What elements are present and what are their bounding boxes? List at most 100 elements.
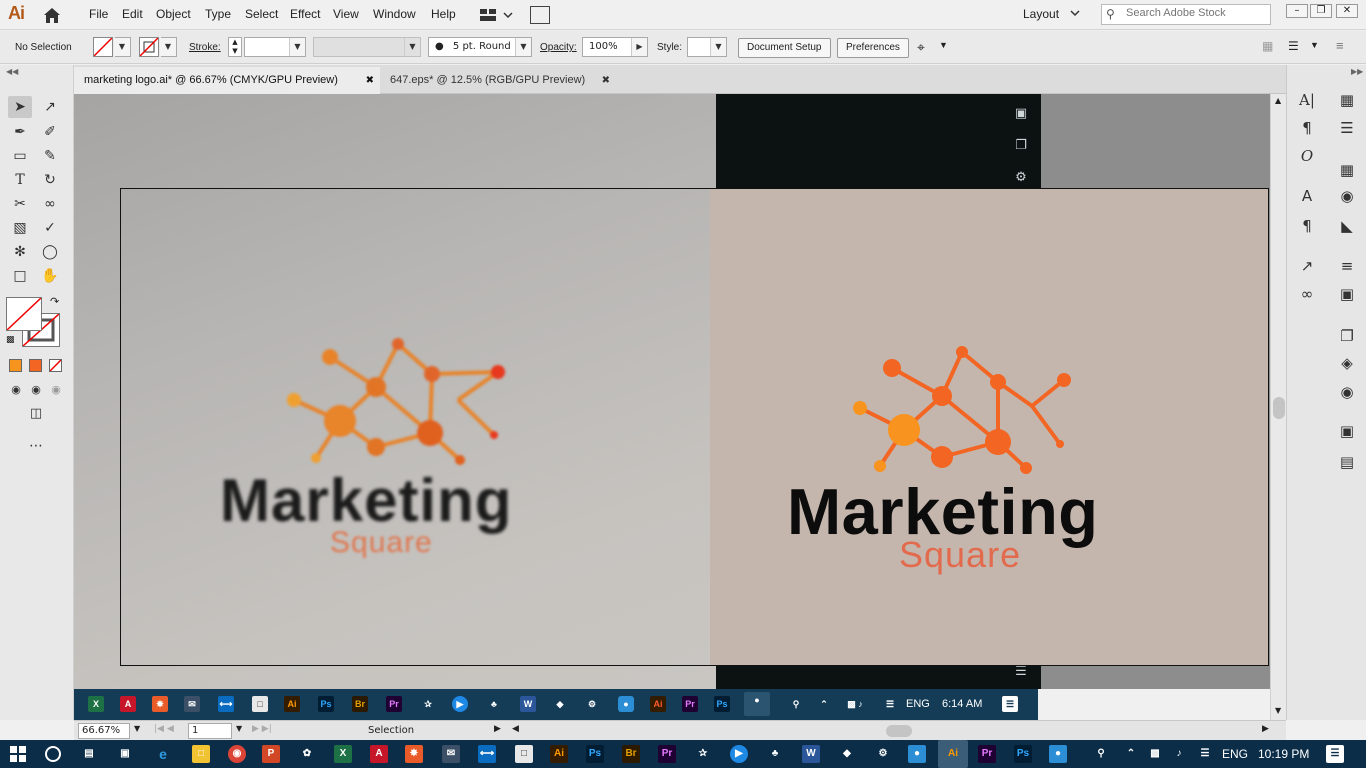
menu-file[interactable]: File	[89, 7, 108, 21]
excel-icon[interactable]: X	[334, 745, 352, 763]
screen-mode-icon[interactable]: ◫	[24, 403, 48, 425]
stock-search-input[interactable]	[1126, 7, 1266, 19]
swap-colors-icon[interactable]: ↷	[50, 295, 59, 308]
variable-width-profile[interactable]: ▼	[313, 37, 421, 57]
action-center-icon[interactable]: ☰	[1326, 745, 1344, 763]
paint-icon[interactable]: ✿	[298, 745, 316, 763]
color-mode-icon[interactable]	[9, 359, 22, 372]
graphic-style-dropdown[interactable]: ▼	[687, 37, 727, 57]
align-panel-icon[interactable]: ☰	[1335, 117, 1359, 139]
opacity-field[interactable]: 100% ▶	[582, 37, 648, 57]
align-options-icon[interactable]: ⌖	[917, 39, 925, 56]
people-icon[interactable]: ⚲	[1092, 745, 1110, 763]
color-panel-icon[interactable]: ◉	[1335, 185, 1359, 207]
scroll-right-icon[interactable]: ▶	[1262, 724, 1269, 734]
home-icon[interactable]	[42, 6, 62, 24]
links-panel-icon[interactable]: ∞	[1295, 283, 1319, 305]
expand-panels-icon[interactable]: ▶▶	[1351, 67, 1363, 76]
character-panel-icon[interactable]: A|	[1295, 89, 1319, 111]
xampp-icon[interactable]: ✸	[405, 745, 423, 763]
direct-selection-tool-icon[interactable]: ↗	[38, 96, 62, 118]
inkscape-icon[interactable]: ◆	[838, 745, 856, 763]
pathfinder-panel-icon[interactable]: ▣	[1335, 420, 1359, 442]
chevron-up-icon[interactable]: ⌃	[1122, 745, 1140, 763]
hand-tool-icon[interactable]: ✋	[38, 265, 62, 287]
menu-effect[interactable]: Effect	[290, 7, 320, 21]
transform-panel-icon[interactable]: ▦	[1335, 89, 1359, 111]
store-icon[interactable]: ▣	[116, 745, 134, 763]
menu-edit[interactable]: Edit	[122, 7, 143, 21]
document-setup-button[interactable]: Document Setup	[738, 38, 831, 58]
type-tool-icon[interactable]: T	[8, 169, 32, 191]
stroke-weight-stepper[interactable]: ▲ ▼	[228, 37, 242, 57]
status-menu-icon[interactable]: ▶	[494, 724, 501, 734]
preferences-button[interactable]: Preferences	[837, 38, 909, 58]
next-artboard-icon[interactable]: ▶ ▶|	[252, 724, 272, 734]
chrome-icon[interactable]: ◉	[228, 745, 246, 763]
artboard-tool-icon[interactable]: □	[8, 265, 32, 287]
gradient-panel-icon[interactable]: ▣	[1335, 283, 1359, 305]
layers-panel-icon[interactable]: ◈	[1335, 352, 1359, 374]
fill-dropdown[interactable]: ▼	[114, 37, 131, 57]
gradient-mode-icon[interactable]	[29, 359, 42, 372]
paintbrush-tool-icon[interactable]: ✎	[38, 145, 62, 167]
app-icon[interactable]: ●	[908, 745, 926, 763]
chevron-down-icon[interactable]: ▼	[939, 40, 948, 50]
collapse-panel-icon[interactable]: ◀◀	[6, 67, 18, 76]
opacity-label[interactable]: Opacity:	[540, 42, 577, 53]
wifi-icon[interactable]: ☰	[1196, 745, 1214, 763]
mail-icon[interactable]: ✉	[442, 745, 460, 763]
character-styles-icon[interactable]: A	[1295, 185, 1319, 207]
selection-tool-icon[interactable]: ➤	[8, 96, 32, 118]
workspace-layout-label[interactable]: Layout	[1023, 7, 1059, 21]
libraries-panel-icon[interactable]: ◉	[1335, 381, 1359, 403]
gradient-tool-icon[interactable]: ▧	[8, 217, 32, 239]
illustrator-active-icon[interactable]: Ai	[938, 740, 968, 768]
scissors-tool-icon[interactable]: ✂	[8, 193, 32, 215]
stroke-label[interactable]: Stroke:	[189, 42, 221, 53]
illustrator-icon[interactable]: Ai	[550, 745, 568, 763]
acrobat-icon[interactable]: A	[370, 745, 388, 763]
menu-select[interactable]: Select	[245, 7, 278, 21]
asset-export-icon[interactable]: ▤	[1335, 451, 1359, 473]
eyedropper-tool-icon[interactable]: ✓	[38, 217, 62, 239]
artboards-panel-icon[interactable]: ❐	[1335, 325, 1359, 347]
system-clock[interactable]: 10:19 PM	[1258, 747, 1309, 761]
task-view-icon[interactable]: ▤	[80, 745, 98, 763]
stroke-weight-field[interactable]: ▼	[244, 37, 306, 57]
artboard-number-field[interactable]: 1	[188, 723, 232, 739]
minimize-button[interactable]: –	[1286, 4, 1308, 18]
edit-toolbar-icon[interactable]: ⋯	[24, 435, 48, 457]
stroke-panel-icon[interactable]: ≡	[1335, 255, 1359, 277]
language-indicator[interactable]: ENG	[1222, 747, 1248, 761]
shape-builder-tool-icon[interactable]: ◯	[38, 241, 62, 263]
battery-icon[interactable]: ▩	[1146, 745, 1164, 763]
chevron-down-icon[interactable]	[1070, 8, 1080, 18]
fill-swatch[interactable]	[93, 37, 113, 57]
transform-icon[interactable]: ▦	[1262, 39, 1273, 53]
vertical-scrollbar[interactable]: ▲ ▼	[1270, 94, 1286, 720]
search-icon[interactable]	[45, 746, 61, 762]
bridge-icon[interactable]: Br	[622, 745, 640, 763]
none-mode-icon[interactable]	[49, 359, 62, 372]
panel-options-icon[interactable]: ≡	[1336, 38, 1344, 53]
stroke-swatch[interactable]	[139, 37, 159, 57]
curvature-tool-icon[interactable]: ✐	[38, 121, 62, 143]
paragraph-styles-icon[interactable]: ¶	[1295, 215, 1319, 237]
fill-color-icon[interactable]	[6, 297, 42, 331]
volume-icon[interactable]: ♪	[1170, 745, 1188, 763]
file-icon[interactable]: □	[515, 745, 533, 763]
premiere-icon[interactable]: Pr	[658, 745, 676, 763]
close-icon[interactable]: ✖	[366, 67, 374, 94]
photoshop-icon[interactable]: Ps	[586, 745, 604, 763]
scroll-down-icon[interactable]: ▼	[1275, 706, 1281, 715]
menu-view[interactable]: View	[333, 7, 359, 21]
opentype-panel-icon[interactable]: O	[1295, 145, 1319, 167]
swatches-panel-icon[interactable]: ▦	[1335, 159, 1359, 181]
game-icon[interactable]: ♣	[766, 745, 784, 763]
menu-help[interactable]: Help	[431, 7, 456, 21]
rectangle-tool-icon[interactable]: ▭	[8, 145, 32, 167]
color-guide-icon[interactable]: ◣	[1335, 215, 1359, 237]
edge-icon[interactable]: e	[154, 745, 172, 763]
chevron-down-icon[interactable]: ▼	[134, 724, 140, 733]
